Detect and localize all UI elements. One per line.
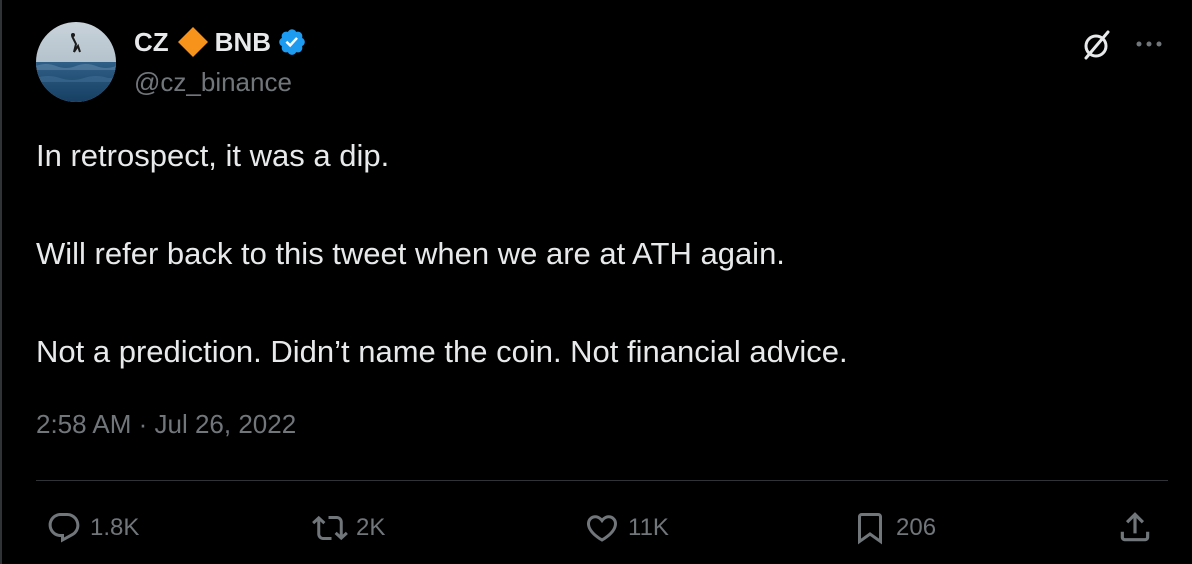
repost-icon bbox=[312, 515, 348, 541]
share-icon[interactable] bbox=[1116, 508, 1154, 546]
heart-icon bbox=[586, 515, 618, 542]
reply-count: 1.8K bbox=[90, 514, 140, 541]
left-border bbox=[0, 0, 2, 564]
more-icon[interactable] bbox=[1132, 30, 1166, 58]
reply-icon bbox=[48, 513, 80, 543]
repost-button[interactable]: 2K bbox=[312, 506, 385, 550]
author-name-second[interactable]: BNB bbox=[215, 24, 271, 60]
like-button[interactable]: 11K bbox=[584, 506, 669, 550]
tweet-text: In retrospect, it was a dip. Will refer … bbox=[36, 136, 1156, 372]
tweet-line: In retrospect, it was a dip. bbox=[36, 138, 390, 173]
reply-button[interactable]: 1.8K bbox=[46, 506, 139, 550]
bookmark-icon bbox=[858, 513, 882, 545]
author-handle[interactable]: @cz_binance bbox=[134, 64, 292, 100]
author-name-first[interactable]: CZ bbox=[134, 24, 169, 60]
avatar-image bbox=[36, 22, 116, 102]
avatar[interactable] bbox=[36, 22, 116, 102]
tweet-timestamp[interactable]: 2:58 AM · Jul 26, 2022 bbox=[36, 404, 296, 444]
like-count: 11K bbox=[628, 514, 669, 541]
verified-badge-icon[interactable] bbox=[277, 27, 307, 57]
tweet-line: Not a prediction. Didn’t name the coin. … bbox=[36, 334, 848, 369]
grok-icon[interactable] bbox=[1080, 28, 1114, 62]
bookmark-button[interactable]: 206 bbox=[852, 506, 936, 550]
bookmark-count: 206 bbox=[896, 514, 937, 541]
divider bbox=[36, 480, 1168, 481]
repost-count: 2K bbox=[356, 514, 386, 541]
tweet-line: Will refer back to this tweet when we ar… bbox=[36, 236, 785, 271]
orange-diamond-icon bbox=[175, 24, 211, 60]
author-name-row[interactable]: CZ BNB bbox=[134, 24, 307, 60]
